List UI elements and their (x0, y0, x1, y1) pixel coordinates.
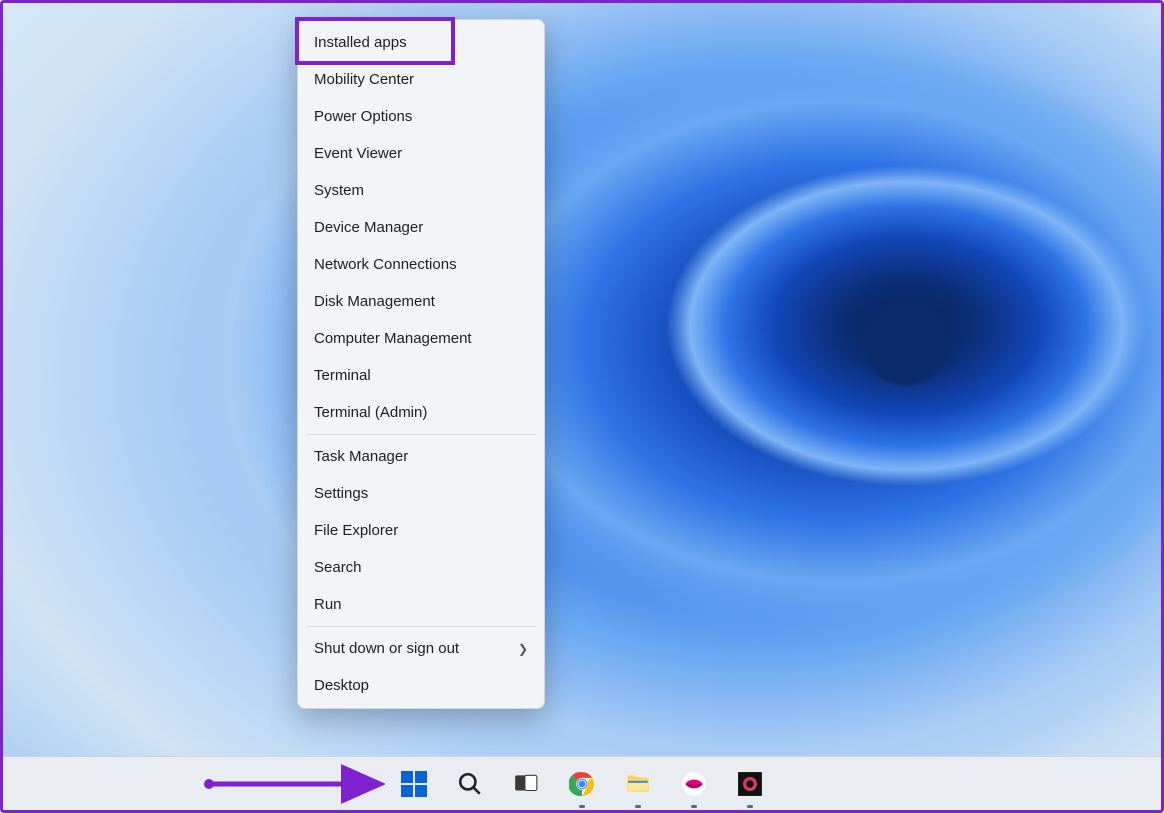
menu-item-terminal[interactable]: Terminal (298, 357, 544, 394)
menu-item-event-viewer[interactable]: Event Viewer (298, 135, 544, 172)
menu-item-label: Shut down or sign out (314, 640, 459, 657)
desktop-wallpaper (3, 3, 1161, 810)
menu-item-label: Search (314, 559, 362, 576)
chevron-right-icon: ❯ (518, 642, 528, 656)
menu-item-label: Mobility Center (314, 71, 414, 88)
menu-item-label: Event Viewer (314, 145, 402, 162)
search-icon (457, 771, 483, 797)
menu-item-label: Run (314, 596, 342, 613)
menu-item-file-explorer[interactable]: File Explorer (298, 512, 544, 549)
menu-item-label: System (314, 182, 364, 199)
menu-item-label: Disk Management (314, 293, 435, 310)
winx-context-menu: Installed apps Mobility Center Power Opt… (297, 19, 545, 709)
menu-item-shutdown-signout[interactable]: Shut down or sign out ❯ (298, 630, 544, 667)
menu-item-system[interactable]: System (298, 172, 544, 209)
chrome-button[interactable] (562, 764, 602, 804)
chrome-icon (569, 771, 595, 797)
menu-item-computer-management[interactable]: Computer Management (298, 320, 544, 357)
menu-item-label: Device Manager (314, 219, 423, 236)
menu-item-label: Installed apps (314, 34, 407, 51)
camera-icon (737, 771, 763, 797)
menu-item-mobility-center[interactable]: Mobility Center (298, 61, 544, 98)
folder-icon (625, 771, 651, 797)
menu-item-label: Power Options (314, 108, 412, 125)
start-button[interactable] (394, 764, 434, 804)
menu-item-installed-apps[interactable]: Installed apps (298, 24, 544, 61)
menu-item-label: Settings (314, 485, 368, 502)
menu-item-power-options[interactable]: Power Options (298, 98, 544, 135)
menu-divider (306, 434, 536, 435)
camera-app-button[interactable] (730, 764, 770, 804)
menu-item-device-manager[interactable]: Device Manager (298, 209, 544, 246)
menu-item-label: Terminal (Admin) (314, 404, 427, 421)
windows-logo-icon (401, 771, 427, 797)
lips-app-button[interactable] (674, 764, 714, 804)
menu-item-label: Terminal (314, 367, 371, 384)
task-view-icon (513, 771, 539, 797)
screenshot-frame: Installed apps Mobility Center Power Opt… (0, 0, 1164, 813)
menu-item-label: Desktop (314, 677, 369, 694)
menu-item-label: Network Connections (314, 256, 457, 273)
menu-divider (306, 626, 536, 627)
lips-icon (681, 771, 707, 797)
menu-item-search[interactable]: Search (298, 549, 544, 586)
menu-item-network-connections[interactable]: Network Connections (298, 246, 544, 283)
menu-item-task-manager[interactable]: Task Manager (298, 438, 544, 475)
menu-item-label: Task Manager (314, 448, 408, 465)
menu-item-desktop[interactable]: Desktop (298, 667, 544, 704)
file-explorer-button[interactable] (618, 764, 658, 804)
menu-item-terminal-admin[interactable]: Terminal (Admin) (298, 394, 544, 431)
menu-item-settings[interactable]: Settings (298, 475, 544, 512)
menu-item-label: File Explorer (314, 522, 398, 539)
taskbar (3, 756, 1161, 810)
search-button[interactable] (450, 764, 490, 804)
menu-item-run[interactable]: Run (298, 586, 544, 623)
menu-item-disk-management[interactable]: Disk Management (298, 283, 544, 320)
menu-item-label: Computer Management (314, 330, 472, 347)
task-view-button[interactable] (506, 764, 546, 804)
